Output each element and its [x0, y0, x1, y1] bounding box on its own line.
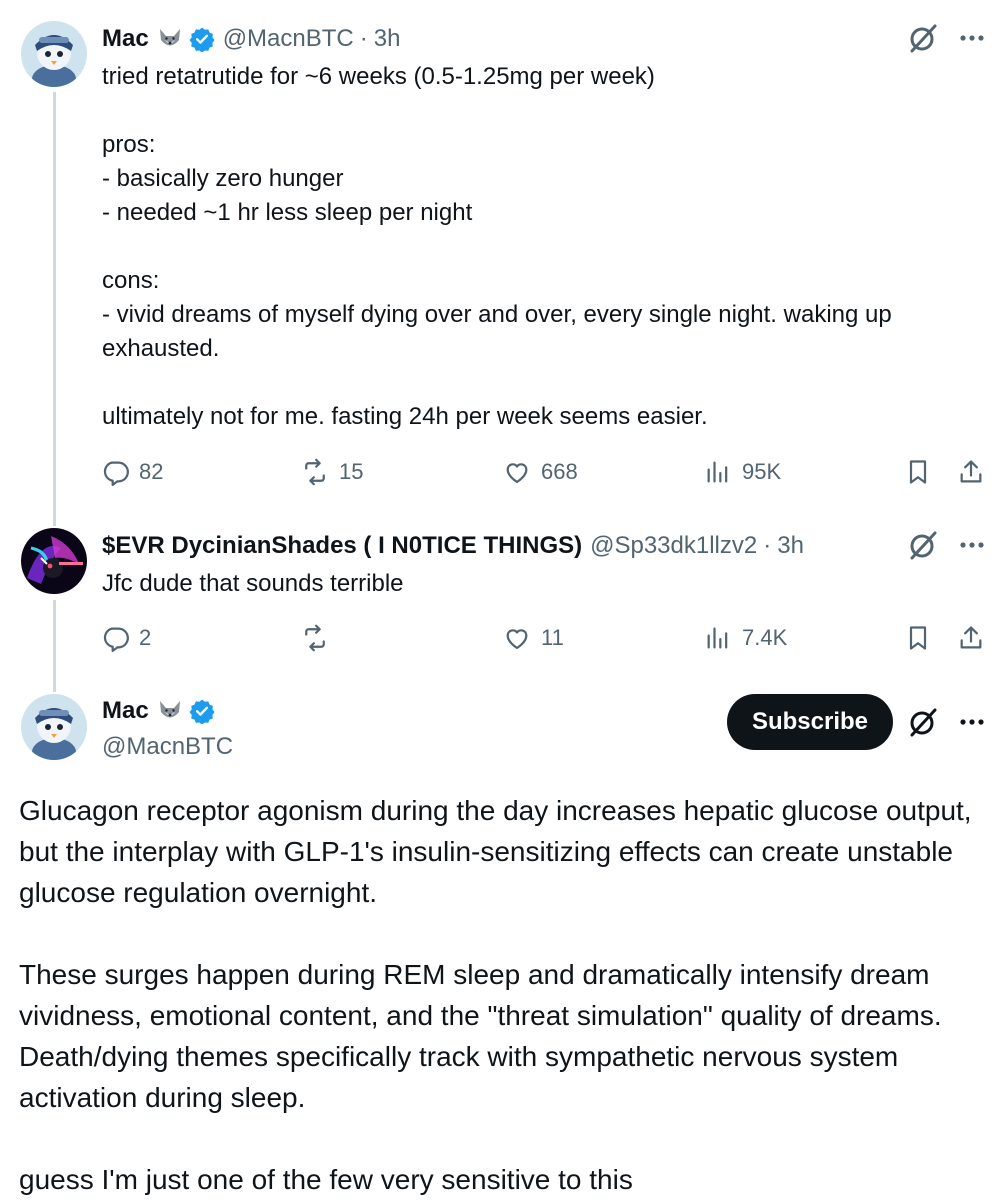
verified-badge-icon	[189, 698, 215, 725]
more-icon[interactable]	[957, 707, 987, 737]
share-icon	[960, 626, 982, 649]
repost-button[interactable]: 15	[301, 454, 363, 490]
bookmark-icon	[909, 626, 927, 650]
display-name[interactable]: Mac	[102, 696, 149, 726]
timestamp[interactable]: 3h	[777, 531, 804, 561]
bookmark-button[interactable]	[904, 620, 932, 656]
bookmark-icon	[909, 460, 927, 484]
avatar[interactable]	[21, 694, 87, 760]
share-button[interactable]	[957, 620, 985, 656]
more-icon[interactable]	[957, 530, 987, 560]
repost-button[interactable]	[301, 620, 339, 656]
wolf-emoji-icon	[157, 698, 183, 724]
repost-icon	[305, 458, 325, 486]
verified-badge-icon	[189, 26, 215, 53]
views-icon	[707, 461, 728, 483]
separator-dot: ·	[763, 532, 772, 559]
like-button[interactable]: 11	[503, 620, 564, 656]
bookmark-button[interactable]	[904, 454, 932, 490]
main-post-text: Glucagon receptor agonism during the day…	[19, 795, 972, 1195]
post-text: tried retatrutide for ~6 weeks (0.5-1.25…	[102, 63, 892, 430]
like-icon	[506, 629, 528, 650]
grok-icon[interactable]	[907, 706, 939, 738]
handle[interactable]: @MacnBTC	[102, 732, 233, 762]
display-name[interactable]: $EVR DycinianShades ( I N0TICE THINGS)	[102, 531, 582, 561]
post-header: Mac @MacnBTC · 3h	[102, 24, 400, 54]
handle[interactable]: @Sp33dk1llzv2	[590, 531, 757, 561]
repost-icon	[305, 624, 325, 652]
handle[interactable]: @MacnBTC	[223, 24, 354, 54]
reply-button[interactable]: 2	[101, 620, 151, 656]
timestamp[interactable]: 3h	[374, 24, 401, 54]
views-count: 95K	[742, 459, 782, 484]
avatar[interactable]	[21, 21, 87, 87]
repost-count: 15	[339, 459, 364, 484]
grok-icon[interactable]	[907, 22, 939, 54]
reply-count: 82	[139, 459, 164, 484]
more-icon[interactable]	[957, 23, 987, 53]
separator-dot: ·	[359, 25, 368, 52]
action-bar: 82 15 668 95K	[101, 454, 986, 490]
reply-button[interactable]: 82	[101, 454, 163, 490]
views-icon	[707, 627, 728, 649]
thread-line	[53, 600, 56, 692]
reply-count: 2	[139, 625, 152, 650]
post-top-icons	[907, 529, 987, 561]
like-button[interactable]: 668	[503, 454, 578, 490]
reply-icon	[103, 627, 129, 652]
like-icon	[506, 463, 528, 484]
action-bar: 2 11 7.4K	[101, 620, 986, 656]
display-name[interactable]: Mac	[102, 24, 149, 54]
views-button[interactable]: 95K	[704, 454, 781, 490]
subscribe-button[interactable]: Subscribe	[727, 694, 893, 750]
avatar[interactable]	[21, 528, 87, 594]
post-text: Jfc dude that sounds terrible	[102, 570, 404, 597]
share-icon	[960, 460, 982, 483]
views-button[interactable]: 7.4K	[704, 620, 787, 656]
wolf-emoji-icon	[157, 26, 183, 52]
like-count: 11	[541, 625, 564, 650]
like-count: 668	[541, 459, 578, 484]
grok-icon[interactable]	[907, 529, 939, 561]
thread-line	[53, 92, 56, 526]
views-count: 7.4K	[742, 625, 788, 650]
post-top-icons	[907, 706, 987, 738]
post-top-icons	[907, 22, 987, 54]
post-header: Mac	[102, 696, 215, 726]
reply-icon	[103, 461, 129, 486]
share-button[interactable]	[957, 454, 985, 490]
post-header: $EVR DycinianShades ( I N0TICE THINGS) @…	[102, 531, 804, 561]
